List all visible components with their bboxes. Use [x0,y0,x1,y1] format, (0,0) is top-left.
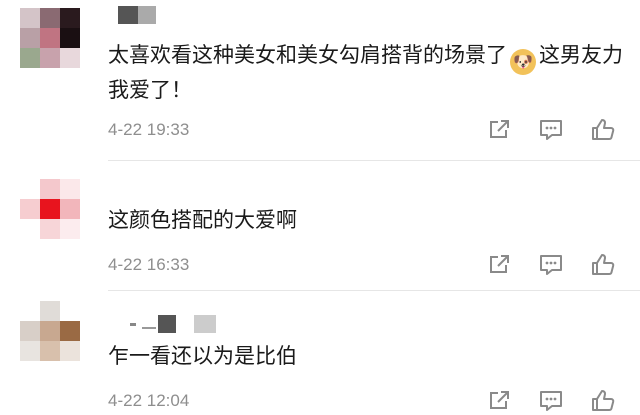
comment-text: 乍一看还以为是比伯 [108,344,297,368]
comment-text: 这颜色搭配的大爱啊 [108,208,297,232]
avatar[interactable] [20,179,80,239]
doge-emoji-icon: 🐶 [510,49,536,75]
comment-item: 这颜色搭配的大爱啊 4-22 16:33 [0,161,640,289]
share-icon[interactable] [486,253,512,277]
comment-icon[interactable] [538,253,564,277]
comment-icon[interactable] [538,118,564,142]
comment-icon[interactable] [538,389,564,413]
thumbs-up-icon[interactable] [590,118,616,142]
comment-time: 4-22 12:04 [108,391,190,410]
share-icon[interactable] [486,118,512,142]
comment-text-part: 太喜欢看这种美女和美女勾肩搭背的场景了 [108,43,507,67]
avatar[interactable] [20,301,80,361]
comment-item: 太喜欢看这种美女和美女勾肩搭背的场景了 🐶 这男友力我爱了！ 4-22 19:33 [0,0,640,160]
comment-time: 4-22 19:33 [108,120,190,139]
comment-time: 4-22 16:33 [108,255,190,274]
comment-item: 乍一看还以为是比伯 4-22 12:04 [0,291,640,415]
thumbs-up-icon[interactable] [590,253,616,277]
avatar[interactable] [20,8,80,68]
comment-text: 太喜欢看这种美女和美女勾肩搭背的场景了 🐶 这男友力我爱了！ [108,40,628,106]
share-icon[interactable] [486,389,512,413]
thumbs-up-icon[interactable] [590,389,616,413]
